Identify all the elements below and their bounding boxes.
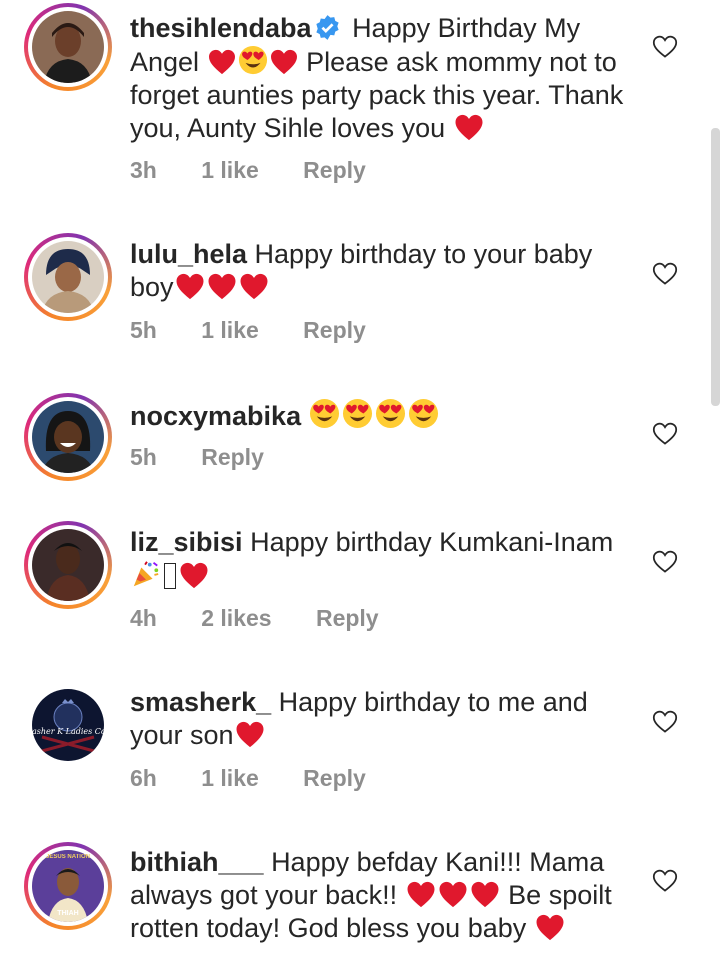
reply-button[interactable]: Reply xyxy=(303,765,366,791)
avatar-logo-text: THIAH xyxy=(57,910,79,917)
like-heart-icon[interactable] xyxy=(652,550,678,574)
comment-username[interactable]: bithiah___ xyxy=(130,847,264,877)
comment-username[interactable]: thesihlendaba xyxy=(130,13,312,43)
party-popper-icon xyxy=(133,561,159,587)
avatar-ring[interactable]: asher K Ladies Collect xyxy=(24,681,112,769)
comment-text: liz_sibisi Happy birthday Kumkani-Inam xyxy=(130,526,630,593)
red-heart-icon xyxy=(175,273,205,300)
like-heart-icon[interactable] xyxy=(652,422,678,446)
comment-text: thesihlendaba Happy Birthday My Angel Pl… xyxy=(130,12,630,145)
comment-username[interactable]: nocxymabika xyxy=(130,401,301,431)
red-heart-icon xyxy=(179,562,209,589)
reply-button[interactable]: Reply xyxy=(303,157,366,183)
reply-button[interactable]: Reply xyxy=(303,317,366,343)
avatar[interactable] xyxy=(32,401,104,473)
heart-eyes-emoji-icon xyxy=(238,45,268,75)
heart-eyes-emoji-icon xyxy=(309,398,340,429)
comment-meta: 6h 1 like Reply xyxy=(130,765,404,792)
avatar[interactable] xyxy=(32,689,104,761)
comment-likes[interactable]: 2 likes xyxy=(201,605,271,631)
comment-body: Please ask mommy not to forget aunties p… xyxy=(130,47,624,143)
comment-likes[interactable]: 1 like xyxy=(201,157,259,183)
red-heart-icon xyxy=(438,881,468,908)
reply-button[interactable]: Reply xyxy=(201,444,264,470)
red-heart-icon xyxy=(207,273,237,300)
comment-time: 6h xyxy=(130,765,157,791)
red-heart-icon xyxy=(208,49,236,75)
red-heart-icon xyxy=(239,273,269,300)
avatar-ring[interactable] xyxy=(24,393,112,481)
heart-eyes-emoji-icon xyxy=(342,398,373,429)
comment-likes[interactable]: 1 like xyxy=(201,317,259,343)
scrollbar[interactable] xyxy=(711,128,720,406)
comment-body: Happy birthday Kumkani-Inam xyxy=(250,527,614,557)
heart-eyes-emoji-icon xyxy=(408,398,439,429)
comment-meta: 5h Reply xyxy=(130,444,302,471)
comment-meta: 4h 2 likes Reply xyxy=(130,605,417,632)
like-heart-icon[interactable] xyxy=(652,262,678,286)
comment-username[interactable]: lulu_hela xyxy=(130,239,247,269)
verified-badge-icon xyxy=(315,15,339,40)
red-heart-icon xyxy=(270,49,298,75)
like-heart-icon[interactable] xyxy=(652,710,678,734)
comment-username[interactable]: smasherk_ xyxy=(130,687,271,717)
comment-time: 4h xyxy=(130,605,157,631)
red-heart-icon xyxy=(535,914,565,941)
avatar-ring[interactable]: JESUS NATION THIAH xyxy=(24,842,112,930)
red-heart-icon xyxy=(470,881,500,908)
reply-button[interactable]: Reply xyxy=(316,605,379,631)
avatar-ring[interactable] xyxy=(24,3,112,91)
red-heart-icon xyxy=(454,114,484,141)
comment-meta: 3h 1 like Reply xyxy=(130,157,404,184)
comment-likes[interactable]: 1 like xyxy=(201,765,259,791)
comment-text: lulu_hela Happy birthday to your baby bo… xyxy=(130,238,630,304)
avatar-logo-text: asher K Ladies Collect xyxy=(32,727,104,736)
avatar-ring[interactable] xyxy=(24,521,112,609)
comment-time: 5h xyxy=(130,317,157,343)
like-heart-icon[interactable] xyxy=(652,35,678,59)
comment-time: 3h xyxy=(130,157,157,183)
comment-meta: 5h 1 like Reply xyxy=(130,317,404,344)
comment-username[interactable]: liz_sibisi xyxy=(130,527,243,557)
avatar[interactable] xyxy=(32,241,104,313)
red-heart-icon xyxy=(406,881,436,908)
comment-time: 5h xyxy=(130,444,157,470)
comment-text: nocxymabika xyxy=(130,398,630,433)
comment-text: smasherk_ Happy birthday to me and your … xyxy=(130,686,630,752)
comment-text: bithiah___ Happy befday Kani!!! Mama alw… xyxy=(130,846,630,945)
avatar-logo-text: JESUS NATION xyxy=(46,854,90,860)
avatar[interactable] xyxy=(32,11,104,83)
like-heart-icon[interactable] xyxy=(652,869,678,893)
red-heart-icon xyxy=(235,721,265,748)
missing-glyph-icon xyxy=(164,563,176,589)
heart-eyes-emoji-icon xyxy=(375,398,406,429)
avatar[interactable] xyxy=(32,529,104,601)
avatar-ring[interactable] xyxy=(24,233,112,321)
